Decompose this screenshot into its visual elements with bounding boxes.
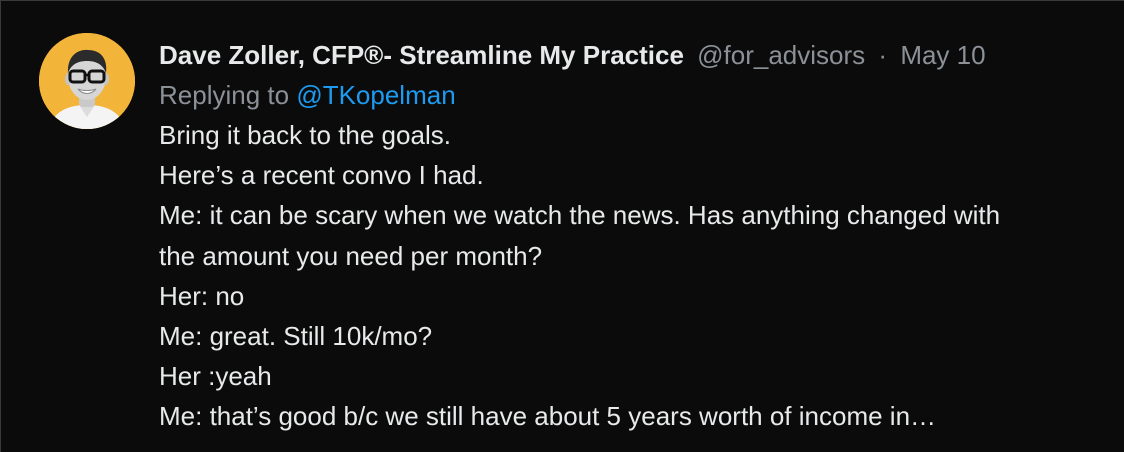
tweet-body: Bring it back to the goals. Here’s a rec…: [159, 115, 1124, 437]
author-handle[interactable]: @for_advisors: [697, 40, 865, 70]
tweet-content: Dave Zoller, CFP®- Streamline My Practic…: [159, 35, 1124, 437]
replying-to-label: Replying to: [159, 80, 290, 110]
header-separator: ·: [878, 40, 888, 70]
tweet-body-line: Me: great. Still 10k/mo?: [159, 320, 433, 351]
tweet-body-line: Her: no: [159, 280, 245, 311]
tweet[interactable]: Dave Zoller, CFP®- Streamline My Practic…: [0, 0, 1124, 452]
tweet-body-line: the amount you need per month?: [159, 240, 543, 271]
tweet-body-line: Me: that’s good b/c we still have about …: [159, 401, 937, 432]
author-avatar[interactable]: [39, 33, 135, 129]
replying-to-mention[interactable]: @TKopelman: [296, 80, 455, 110]
tweet-body-line: Her :yeah: [159, 361, 272, 392]
tweet-body-line: Me: it can be scary when we watch the ne…: [159, 200, 1001, 231]
tweet-body-line: Bring it back to the goals.: [159, 120, 451, 150]
author-display-name[interactable]: Dave Zoller, CFP®- Streamline My Practic…: [159, 40, 684, 70]
avatar-portrait-icon: [39, 33, 135, 129]
tweet-header: Dave Zoller, CFP®- Streamline My Practic…: [159, 35, 1124, 75]
tweet-date[interactable]: May 10: [900, 40, 985, 70]
replying-to: Replying to @TKopelman: [159, 75, 1124, 115]
tweet-body-line: Here’s a recent convo I had.: [159, 160, 484, 191]
